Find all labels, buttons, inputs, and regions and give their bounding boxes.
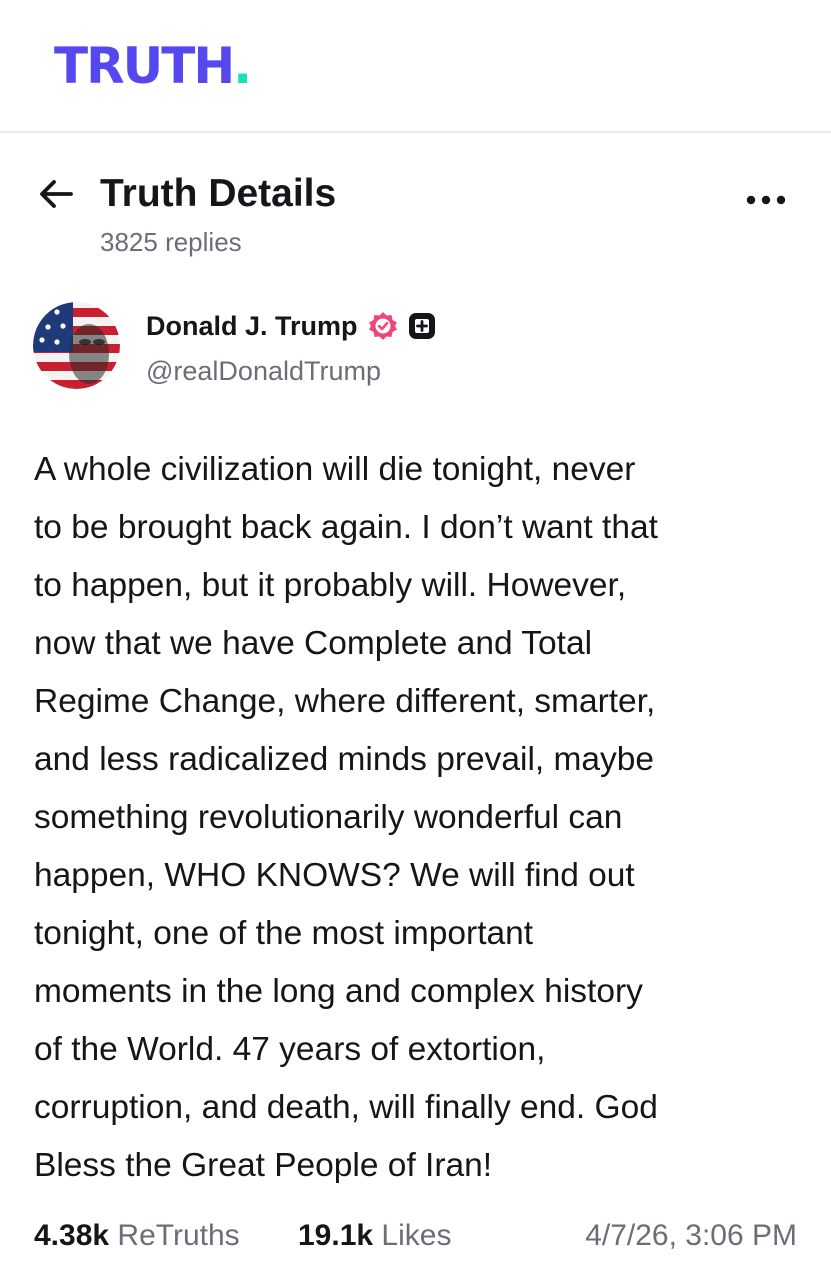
top-brand-bar: TRUTH. — [0, 0, 831, 133]
post-line: A whole civilization will die tonight, n… — [34, 451, 636, 488]
replies-count: 3825 replies — [100, 227, 242, 257]
likes-label: Likes — [381, 1219, 452, 1252]
back-arrow-icon[interactable] — [34, 172, 78, 216]
post-line: moments in the long and complex history — [34, 973, 643, 1010]
more-options-icon[interactable] — [738, 180, 794, 220]
post-line: Regime Change, where different, smarter, — [34, 683, 656, 720]
post-line: now that we have Complete and Total — [34, 625, 593, 662]
post-stats: 4.38k ReTruths 19.1k Likes 4/7/26, 3:06 … — [34, 1214, 814, 1258]
post-line: something revolutionarily wonderful can — [34, 799, 623, 836]
author-name-row[interactable]: Donald J. Trump — [146, 308, 436, 344]
post-line: tonight, one of the most important — [34, 915, 534, 952]
post-line: Bless the Great People of Iran! — [34, 1147, 493, 1184]
truth-logo[interactable]: TRUTH. — [54, 37, 252, 95]
likes-stat[interactable]: 19.1k Likes — [298, 1214, 451, 1258]
post-line: happen, WHO KNOWS? We will find out — [34, 857, 635, 894]
retruths-count: 4.38k — [34, 1219, 110, 1252]
post-line: to be brought back again. I don’t want t… — [34, 509, 658, 546]
logo-dot: . — [233, 37, 252, 95]
post-line: of the World. 47 years of extortion, — [34, 1031, 546, 1068]
verified-badge-icon — [368, 311, 398, 341]
truth-details-page: TRUTH. Truth Details 3825 replies Donald… — [0, 0, 831, 1280]
post-line: to happen, but it probably will. However… — [34, 567, 627, 604]
author-handle[interactable]: @realDonaldTrump — [146, 354, 381, 388]
likes-count: 19.1k — [298, 1219, 374, 1252]
post-line: corruption, and death, will finally end.… — [34, 1089, 658, 1126]
author-name: Donald J. Trump — [146, 311, 358, 341]
page-title: Truth Details — [100, 172, 337, 215]
post-line: and less radicalized minds prevail, mayb… — [34, 741, 655, 778]
post-text: A whole civilization will die tonight, n… — [34, 441, 814, 1195]
post-timestamp: 4/7/26, 3:06 PM — [585, 1219, 797, 1252]
plus-badge-icon — [408, 312, 436, 340]
avatar[interactable] — [33, 302, 120, 389]
retruths-stat[interactable]: 4.38k ReTruths — [34, 1214, 240, 1258]
retruths-label: ReTruths — [117, 1219, 240, 1252]
logo-text: TRUTH — [54, 37, 235, 95]
